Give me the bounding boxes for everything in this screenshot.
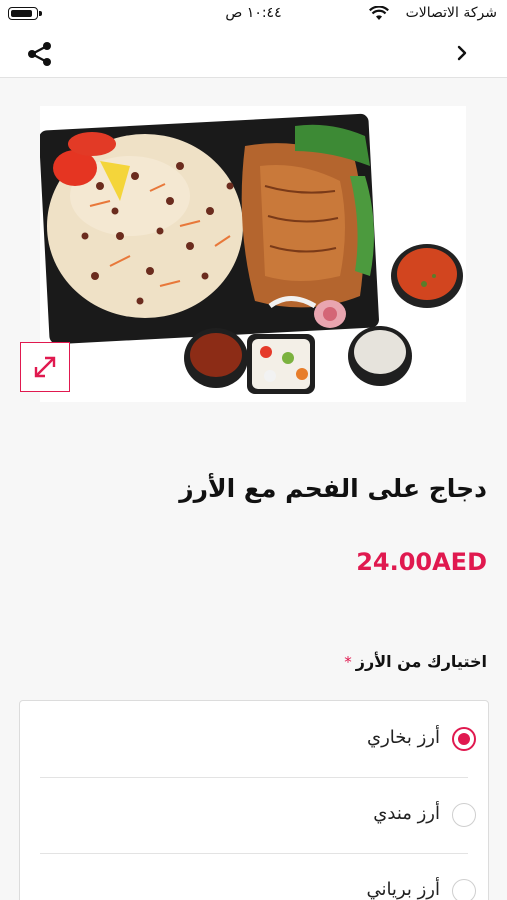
food-photo xyxy=(39,106,466,402)
status-bar: ١٠:٤٤ ص شركة الاتصالات xyxy=(0,0,507,28)
radio-button[interactable] xyxy=(452,803,476,827)
radio-button[interactable] xyxy=(452,879,476,900)
option-label: أرز برياني xyxy=(366,879,440,900)
product-price: 24.00AED xyxy=(356,548,487,576)
option-row-mandi[interactable]: أرز مندي xyxy=(40,777,476,854)
required-mark: * xyxy=(344,653,352,671)
option-row-biryani[interactable]: أرز برياني xyxy=(40,853,476,900)
option-label: أرز بخاري xyxy=(366,727,440,748)
option-label: أرز مندي xyxy=(373,803,440,824)
rice-options-list: أرز بخاري أرز مندي أرز برياني xyxy=(19,700,489,900)
wifi-icon xyxy=(369,6,389,20)
carrier-name: شركة الاتصالات xyxy=(405,5,497,21)
radio-button[interactable] xyxy=(452,727,476,751)
expand-image-button[interactable] xyxy=(20,342,70,392)
expand-arrows-icon xyxy=(34,356,56,378)
option-row-bukhari[interactable]: أرز بخاري xyxy=(40,701,476,778)
share-icon[interactable] xyxy=(26,40,54,68)
product-title: دجاج على الفحم مع الأرز xyxy=(179,474,487,503)
chevron-right-icon[interactable] xyxy=(451,41,473,65)
nav-bar xyxy=(0,28,507,78)
option-group-label: اختيارك من الأرز xyxy=(355,652,487,671)
product-image xyxy=(39,106,466,402)
option-group-heading: اختيارك من الأرز* xyxy=(27,652,487,671)
